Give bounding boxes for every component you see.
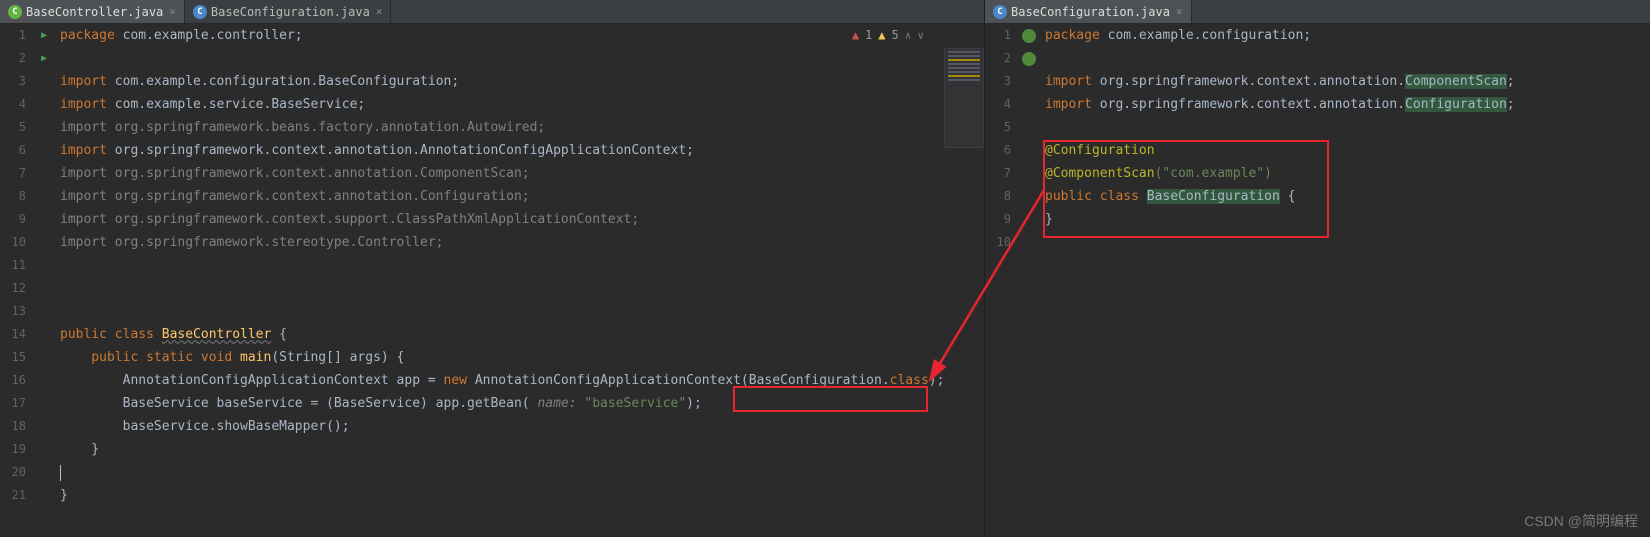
tab-basecontroller[interactable]: C BaseController.java ×: [0, 0, 185, 23]
run-icon[interactable]: ▶: [32, 24, 56, 47]
close-icon[interactable]: ×: [1176, 5, 1183, 18]
minimap[interactable]: [944, 48, 984, 148]
close-icon[interactable]: ×: [376, 5, 383, 18]
java-class-icon: C: [193, 5, 207, 19]
left-editor-pane: C BaseController.java × C BaseConfigurat…: [0, 0, 985, 537]
java-class-icon: C: [8, 5, 22, 19]
right-editor-pane: C BaseConfiguration.java × 123 456 789 1…: [985, 0, 1650, 537]
chevron-up-icon[interactable]: ∧: [905, 29, 912, 42]
code-area[interactable]: package com.example.configuration; impor…: [1041, 24, 1650, 537]
left-tab-bar: C BaseController.java × C BaseConfigurat…: [0, 0, 984, 24]
bean-gutter: [1017, 24, 1041, 537]
code-area[interactable]: package com.example.controller; import c…: [56, 24, 984, 537]
warning-icon: ▲: [878, 28, 885, 42]
caret: [60, 465, 61, 481]
spring-bean-icon[interactable]: [1022, 52, 1036, 66]
line-gutter: 123 456 789 101112 131415 161718 192021: [0, 24, 32, 537]
tab-label: BaseConfiguration.java: [1011, 5, 1170, 19]
chevron-down-icon[interactable]: ∨: [917, 29, 924, 42]
java-class-icon: C: [993, 5, 1007, 19]
error-icon: ▲: [852, 28, 859, 42]
run-icon[interactable]: ▶: [32, 47, 56, 70]
right-tab-bar: C BaseConfiguration.java ×: [985, 0, 1650, 24]
watermark: CSDN @简明编程: [1524, 511, 1638, 531]
spring-bean-icon[interactable]: [1022, 29, 1036, 43]
run-gutter: ▶ ▶: [32, 24, 56, 537]
right-editor[interactable]: 123 456 789 10 package com.example.confi…: [985, 24, 1650, 537]
tab-baseconfiguration[interactable]: C BaseConfiguration.java ×: [985, 0, 1192, 23]
inspection-widget[interactable]: ▲1 ▲5 ∧ ∨: [852, 28, 924, 42]
tab-label: BaseConfiguration.java: [211, 5, 370, 19]
close-icon[interactable]: ×: [169, 5, 176, 18]
tab-label: BaseController.java: [26, 5, 163, 19]
line-gutter: 123 456 789 10: [985, 24, 1017, 537]
left-editor[interactable]: 123 456 789 101112 131415 161718 192021 …: [0, 24, 984, 537]
tab-baseconfiguration[interactable]: C BaseConfiguration.java ×: [185, 0, 392, 23]
